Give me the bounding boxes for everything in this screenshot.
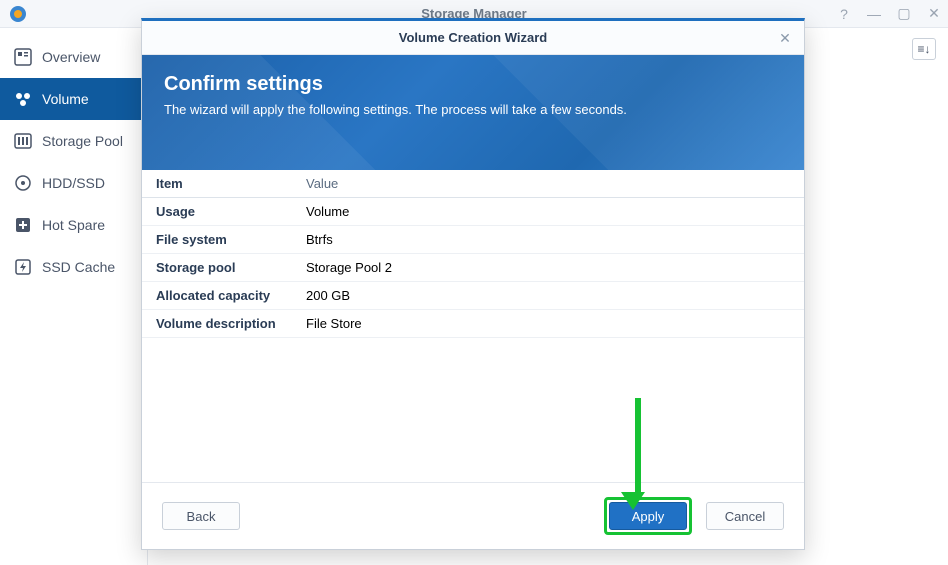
overview-icon xyxy=(14,48,32,66)
sidebar-item-label: Volume xyxy=(42,91,89,107)
help-icon[interactable]: ? xyxy=(836,6,852,22)
sidebar-item-label: Overview xyxy=(42,49,100,65)
row-item: File system xyxy=(142,226,292,254)
table-row: Storage pool Storage Pool 2 xyxy=(142,254,804,282)
sidebar-item-overview[interactable]: Overview xyxy=(0,36,147,78)
column-header-value: Value xyxy=(292,170,776,198)
storage-pool-icon xyxy=(14,132,32,150)
apply-highlight: Apply xyxy=(604,497,692,535)
hot-spare-icon xyxy=(14,216,32,234)
dialog-banner: Confirm settings The wizard will apply t… xyxy=(142,55,804,170)
volume-creation-wizard-dialog: Volume Creation Wizard ✕ Confirm setting… xyxy=(141,18,805,550)
row-item: Usage xyxy=(142,198,292,226)
sidebar-item-label: Hot Spare xyxy=(42,217,105,233)
sidebar-item-label: Storage Pool xyxy=(42,133,123,149)
row-value: Btrfs xyxy=(292,226,776,254)
sidebar: Overview Volume Storage Pool HDD/SSD Hot… xyxy=(0,28,148,565)
cancel-button[interactable]: Cancel xyxy=(706,502,784,530)
row-item: Volume description xyxy=(142,310,292,338)
row-value: Storage Pool 2 xyxy=(292,254,776,282)
settings-table: Item Value Usage Volume File system Btrf… xyxy=(142,170,804,338)
sidebar-item-storage-pool[interactable]: Storage Pool xyxy=(0,120,147,162)
window-controls: ? — ▢ ✕ xyxy=(836,6,942,22)
sort-toggle-button[interactable]: ≡↓ xyxy=(912,38,936,60)
sort-icon: ≡↓ xyxy=(917,42,930,56)
table-row: File system Btrfs xyxy=(142,226,804,254)
close-icon[interactable]: ✕ xyxy=(776,29,794,47)
banner-subtext: The wizard will apply the following sett… xyxy=(164,102,782,117)
hdd-icon xyxy=(14,174,32,192)
banner-heading: Confirm settings xyxy=(164,73,782,96)
sidebar-item-hot-spare[interactable]: Hot Spare xyxy=(0,204,147,246)
row-value: File Store xyxy=(292,310,776,338)
sidebar-item-volume[interactable]: Volume xyxy=(0,78,147,120)
back-button[interactable]: Back xyxy=(162,502,240,530)
app-icon xyxy=(8,4,28,24)
apply-button[interactable]: Apply xyxy=(609,502,687,530)
volume-icon xyxy=(14,90,32,108)
sidebar-item-ssd-cache[interactable]: SSD Cache xyxy=(0,246,147,288)
sidebar-item-label: SSD Cache xyxy=(42,259,115,275)
maximize-icon[interactable]: ▢ xyxy=(896,6,912,22)
column-header-item: Item xyxy=(142,170,292,198)
table-row: Allocated capacity 200 GB xyxy=(142,282,804,310)
table-row: Usage Volume xyxy=(142,198,804,226)
row-item: Allocated capacity xyxy=(142,282,292,310)
minimize-icon[interactable]: — xyxy=(866,6,882,22)
row-value: Volume xyxy=(292,198,776,226)
dialog-title: Volume Creation Wizard xyxy=(399,30,547,45)
row-item: Storage pool xyxy=(142,254,292,282)
sidebar-item-hdd-ssd[interactable]: HDD/SSD xyxy=(0,162,147,204)
dialog-header: Volume Creation Wizard ✕ xyxy=(142,21,804,55)
dialog-footer: Back Apply Cancel xyxy=(142,482,804,549)
close-window-icon[interactable]: ✕ xyxy=(926,6,942,22)
table-row: Volume description File Store xyxy=(142,310,804,338)
ssd-cache-icon xyxy=(14,258,32,276)
row-value: 200 GB xyxy=(292,282,776,310)
sidebar-item-label: HDD/SSD xyxy=(42,175,105,191)
